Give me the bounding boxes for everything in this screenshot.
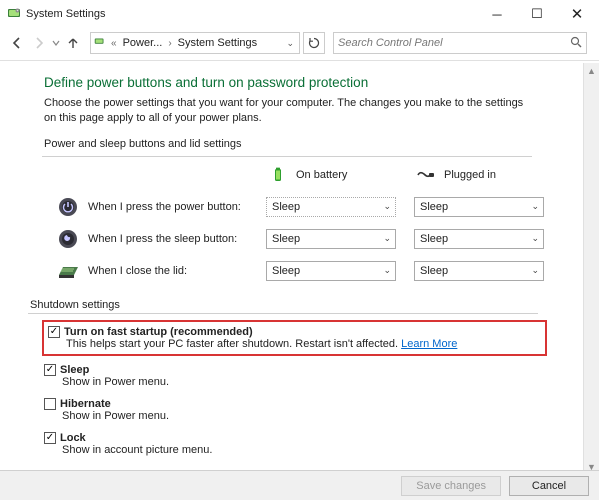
address-bar[interactable]: « Power... › System Settings ⌄ [90,32,300,54]
sleep-button-icon [56,227,80,251]
shutdown-desc: Show in Power menu. [62,376,575,388]
content-area: ▲ ▼ Define power buttons and turn on pas… [0,63,599,475]
maximize-button[interactable]: ☐ [517,0,557,28]
checkbox-fast-startup[interactable] [48,326,60,338]
combo-power-plugged[interactable]: Sleep⌄ [414,197,544,217]
crumb-caret-icon: « [109,38,119,49]
window-title: System Settings [26,8,477,20]
chevron-down-icon: ⌄ [529,265,541,276]
lid-icon [56,259,80,283]
checkbox-lock[interactable] [44,432,56,444]
section-shutdown-title: Shutdown settings [30,299,577,311]
column-header-plugged: Plugged in [414,163,544,187]
navigation-bar: « Power... › System Settings ⌄ [0,28,599,58]
search-box[interactable] [333,32,587,54]
learn-more-link[interactable]: Learn More [401,338,457,350]
breadcrumb-current[interactable]: System Settings [176,37,259,49]
combo-sleep-battery[interactable]: Sleep⌄ [266,229,396,249]
chevron-down-icon: ⌄ [529,233,541,244]
back-button[interactable] [6,31,28,55]
shutdown-label: Sleep [60,364,89,376]
combo-lid-plugged[interactable]: Sleep⌄ [414,261,544,281]
divider [0,60,599,61]
combo-sleep-plugged[interactable]: Sleep⌄ [414,229,544,249]
section-power-buttons-title: Power and sleep buttons and lid settings [44,138,577,150]
scroll-thumb[interactable] [585,79,599,459]
recent-dropdown[interactable] [50,31,62,55]
refresh-button[interactable] [303,32,325,54]
shutdown-label: Turn on fast startup (recommended) [64,326,253,338]
page-heading: Define power buttons and turn on passwor… [44,75,577,90]
shutdown-label: Hibernate [60,398,111,410]
section-divider [42,156,532,157]
power-button-icon [56,195,80,219]
search-icon[interactable] [570,36,582,51]
cancel-button[interactable]: Cancel [509,476,589,496]
forward-button[interactable] [28,31,50,55]
power-options-icon [93,35,107,52]
scrollbar[interactable]: ▲ ▼ [583,63,599,475]
shutdown-desc: Show in account picture menu. [62,444,575,456]
chevron-right-icon: › [166,38,173,49]
shutdown-item-fast-startup: Turn on fast startup (recommended) This … [42,320,547,356]
shutdown-desc: Show in Power menu. [62,410,575,422]
save-button[interactable]: Save changes [401,476,501,496]
shutdown-item-hibernate: Hibernate Show in Power menu. [42,396,577,424]
shutdown-item-lock: Lock Show in account picture menu. [42,430,577,458]
titlebar: System Settings ─ ☐ ✕ [0,0,599,28]
section-divider [28,313,538,314]
chevron-down-icon: ⌄ [381,201,393,212]
plug-icon [414,163,438,187]
close-button[interactable]: ✕ [557,0,597,28]
row-lid: When I close the lid: [56,259,266,283]
checkbox-sleep[interactable] [44,364,56,376]
row-sleep-button: When I press the sleep button: [56,227,266,251]
address-dropdown[interactable]: ⌄ [283,38,297,49]
combo-power-battery[interactable]: Sleep⌄ [266,197,396,217]
chevron-down-icon: ⌄ [529,201,541,212]
column-header-battery: On battery [266,163,396,187]
footer-bar: Save changes Cancel [0,470,599,500]
search-input[interactable] [338,37,570,49]
chevron-down-icon: ⌄ [381,233,393,244]
up-button[interactable] [62,31,84,55]
minimize-button[interactable]: ─ [477,0,517,28]
combo-lid-battery[interactable]: Sleep⌄ [266,261,396,281]
page-description: Choose the power settings that you want … [44,96,534,126]
shutdown-label: Lock [60,432,86,444]
shutdown-desc: This helps start your PC faster after sh… [66,338,539,350]
battery-icon [266,163,290,187]
app-icon [6,6,22,22]
row-power-button: When I press the power button: [56,195,266,219]
checkbox-hibernate[interactable] [44,398,56,410]
scroll-up-icon[interactable]: ▲ [584,63,599,79]
shutdown-item-sleep: Sleep Show in Power menu. [42,362,577,390]
chevron-down-icon: ⌄ [381,265,393,276]
breadcrumb-prev[interactable]: Power... [121,37,165,49]
